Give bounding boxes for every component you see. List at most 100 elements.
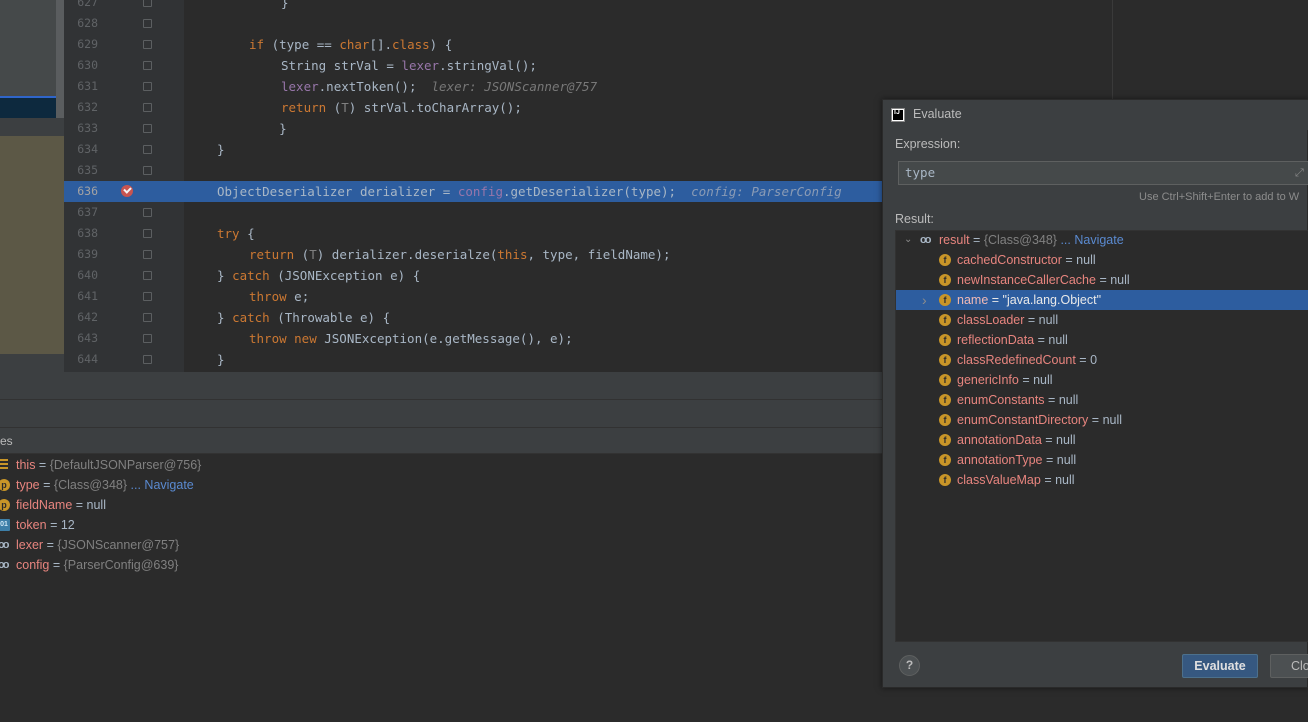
fold-marker-icon[interactable] <box>143 355 152 364</box>
code-text: ObjectDeserializer derializer = config.g… <box>217 181 842 202</box>
variable-name: lexer = {JSONScanner@757} <box>16 538 180 552</box>
code-token: try <box>217 226 240 241</box>
field-icon: f <box>939 314 951 326</box>
field-value: null <box>1048 333 1068 347</box>
variable-value-text: {DefaultJSONParser@756} <box>49 458 202 472</box>
code-token: class <box>392 37 430 52</box>
result-field-row[interactable]: f enumConstantDirectory = null <box>896 410 1308 430</box>
result-tree[interactable]: ⌄ oo result = {Class@348} ... Navigate f cac… <box>895 230 1308 642</box>
code-token: throw <box>249 289 287 304</box>
code-token: throw new <box>249 331 317 346</box>
code-line[interactable]: 631 lexer.nextToken(); lexer: JSONScanner… <box>64 76 1114 97</box>
fold-marker-icon[interactable] <box>143 124 152 133</box>
code-token: , type, fieldName); <box>527 247 671 262</box>
expand-icon[interactable]: ⤢ <box>1295 167 1307 179</box>
fold-marker-icon[interactable] <box>143 166 152 175</box>
field-icon: f <box>939 374 951 386</box>
fold-marker-icon[interactable] <box>143 250 152 259</box>
result-field-row[interactable]: f annotationData = null <box>896 430 1308 450</box>
navigate-link[interactable]: ... Navigate <box>127 478 194 492</box>
variable-row[interactable]: oo config = {ParserConfig@639} <box>0 555 880 575</box>
line-number: 637 <box>77 205 98 219</box>
result-field-row[interactable]: f cachedConstructor = null <box>896 250 1308 270</box>
navigate-link[interactable]: ... Navigate <box>1057 233 1123 247</box>
code-line[interactable]: 627} <box>64 0 1114 13</box>
fold-marker-icon[interactable] <box>143 61 152 70</box>
code-token: (type == <box>264 37 340 52</box>
code-text: } catch (Throwable e) { <box>217 307 390 328</box>
result-field-row[interactable]: f classRedefinedCount = 0 <box>896 350 1308 370</box>
code-line[interactable]: 630 String strVal = lexer.stringVal(); <box>64 55 1114 76</box>
line-number: 639 <box>77 247 98 261</box>
field-value: null <box>1056 453 1077 467</box>
left-strip-highlight-area <box>0 136 64 354</box>
code-line[interactable]: 628 <box>64 13 1114 34</box>
help-button[interactable]: ? <box>899 655 920 676</box>
field-name: newInstanceCallerCache = null <box>957 273 1130 287</box>
code-token: this <box>497 247 528 262</box>
result-field-row[interactable]: f annotationType = null <box>896 450 1308 470</box>
result-field-row[interactable]: f classLoader = null <box>896 310 1308 330</box>
code-token: (Throwable e) { <box>269 310 391 325</box>
variable-value-text: {Class@348} <box>53 478 128 492</box>
expression-input[interactable]: type <box>898 161 1308 185</box>
field-icon: f <box>939 434 951 446</box>
line-number: 635 <box>77 163 98 177</box>
result-field-row[interactable]: f genericInfo = null <box>896 370 1308 390</box>
variable-value-text: {ParserConfig@639} <box>63 558 179 572</box>
breakpoint-icon[interactable] <box>121 185 133 197</box>
fold-marker-icon[interactable] <box>143 82 152 91</box>
left-strip-scrollbar[interactable] <box>56 0 64 118</box>
evaluate-button[interactable]: Evaluate <box>1182 654 1258 678</box>
fold-marker-icon[interactable] <box>143 334 152 343</box>
variable-row[interactable]: p type = {Class@348} ... Navigate <box>0 475 880 495</box>
fold-marker-icon[interactable] <box>143 313 152 322</box>
code-token: T <box>309 247 317 262</box>
variable-row[interactable]: oo lexer = {JSONScanner@757} <box>0 535 880 555</box>
code-text: lexer.nextToken(); lexer: JSONScanner@75… <box>281 76 597 97</box>
code-token: ( <box>294 247 310 262</box>
variable-row[interactable]: this = {DefaultJSONParser@756} <box>0 455 880 475</box>
line-number: 627 <box>77 0 98 9</box>
result-field-row[interactable]: › f name = "java.lang.Object" <box>896 290 1308 310</box>
field-value: "java.lang.Object" <box>1002 293 1102 307</box>
field-icon: f <box>939 254 951 266</box>
chevron-right-icon[interactable]: › <box>922 290 932 310</box>
fold-marker-icon[interactable] <box>143 103 152 112</box>
code-token: } <box>281 0 289 10</box>
result-field-row[interactable]: f enumConstants = null <box>896 390 1308 410</box>
chevron-down-icon[interactable]: ⌄ <box>904 231 914 250</box>
line-number: 629 <box>77 37 98 51</box>
left-strip-selected-row[interactable] <box>0 96 56 118</box>
code-text: } catch (JSONException e) { <box>217 265 420 286</box>
variables-panel[interactable]: this = {DefaultJSONParser@756} p type = {C… <box>0 454 882 722</box>
code-token: String strVal = <box>281 58 402 73</box>
field-name: reflectionData = null <box>957 333 1068 347</box>
code-token: } <box>217 310 233 325</box>
fold-marker-icon[interactable] <box>143 229 152 238</box>
fold-marker-icon[interactable] <box>143 19 152 28</box>
code-token: if <box>249 37 265 52</box>
code-line[interactable]: 629 if (type == char[].class) { <box>64 34 1114 55</box>
code-token: catch <box>232 310 270 325</box>
fold-marker-icon[interactable] <box>143 208 152 217</box>
code-token: .getDeserializer(type); <box>502 184 692 199</box>
fold-marker-icon[interactable] <box>143 40 152 49</box>
close-button[interactable]: Clo <box>1270 654 1308 678</box>
field-name: enumConstantDirectory = null <box>957 413 1123 427</box>
fold-marker-icon[interactable] <box>143 292 152 301</box>
result-field-row[interactable]: f classValueMap = null <box>896 470 1308 490</box>
code-token: } <box>217 352 225 367</box>
variable-row[interactable]: p fieldName = null <box>0 495 880 515</box>
result-field-row[interactable]: f newInstanceCallerCache = null <box>896 270 1308 290</box>
fold-marker-icon[interactable] <box>143 145 152 154</box>
fold-marker-icon[interactable] <box>143 0 152 7</box>
variable-name: type = {Class@348} ... Navigate <box>16 478 194 492</box>
intellij-app-icon <box>891 108 905 122</box>
fold-marker-icon[interactable] <box>143 271 152 280</box>
result-root-row[interactable]: ⌄ oo result = {Class@348} ... Navigate <box>896 231 1308 250</box>
code-token: lexer <box>281 79 319 94</box>
evaluate-titlebar[interactable]: Evaluate <box>883 100 1308 130</box>
variable-row[interactable]: 01 token = 12 <box>0 515 880 535</box>
result-field-row[interactable]: f reflectionData = null <box>896 330 1308 350</box>
